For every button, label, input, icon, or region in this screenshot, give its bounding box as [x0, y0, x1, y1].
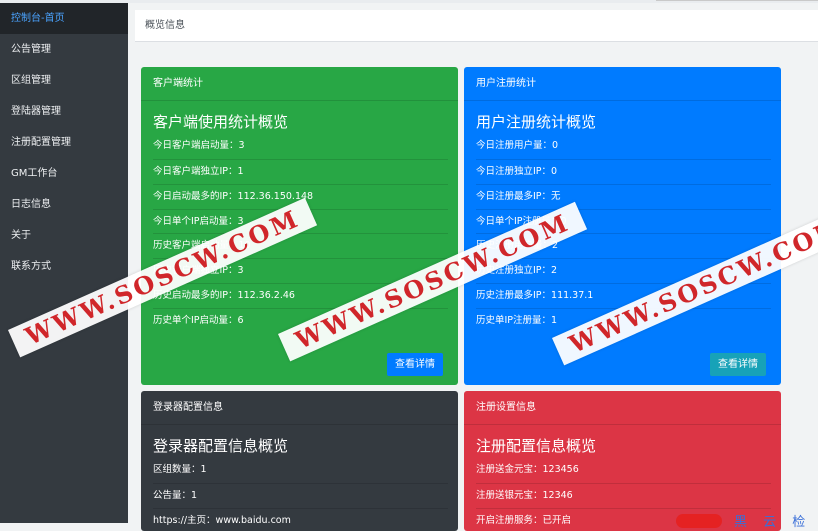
top-right-divider — [656, 0, 818, 1]
register-config-row: 注册送银元宝：12346 — [476, 483, 771, 508]
register-stats-header: 用户注册统计 — [464, 67, 781, 101]
register-stat-row: 今日注册最多IP：无 — [476, 184, 771, 209]
client-stat-row: 今日客户端启动量：3 — [153, 140, 245, 151]
sidebar-item-about[interactable]: 关于 — [0, 220, 128, 251]
breadcrumb-bar: 概览信息 — [135, 10, 818, 42]
register-details-button[interactable]: 查看详情 — [710, 353, 766, 376]
launcher-config-row: 区组数量：1 — [153, 464, 207, 475]
register-config-header: 注册设置信息 — [464, 391, 781, 425]
register-config-row: 开启注册服务：已开启 — [476, 508, 771, 531]
sidebar-item-contact[interactable]: 联系方式 — [0, 251, 128, 282]
corner-logo-text: 黑 云 检 — [734, 515, 812, 530]
sidebar-item-zones[interactable]: 区组管理 — [0, 65, 128, 96]
sidebar-item-launcher[interactable]: 登陆器管理 — [0, 96, 128, 127]
launcher-config-card: 登录器配置信息 登录器配置信息概览 区组数量：1 公告量：1 https://主… — [141, 391, 458, 531]
register-stat-row: 今日注册用户量：0 — [476, 140, 559, 151]
sidebar-item-gm-workbench[interactable]: GM工作台 — [0, 158, 128, 189]
client-stats-header: 客户端统计 — [141, 67, 458, 101]
launcher-config-header: 登录器配置信息 — [141, 391, 458, 425]
sidebar: 控制台-首页 公告管理 区组管理 登陆器管理 注册配置管理 GM工作台 日志信息… — [0, 3, 128, 523]
launcher-config-title: 登录器配置信息概览 — [153, 437, 289, 455]
client-details-button[interactable]: 查看详情 — [387, 353, 443, 376]
sidebar-item-dashboard[interactable]: 控制台-首页 — [0, 3, 128, 34]
register-config-row: 注册送金元宝：123456 — [476, 464, 579, 475]
sidebar-item-register-config[interactable]: 注册配置管理 — [0, 127, 128, 158]
register-config-card: 注册设置信息 注册配置信息概览 注册送金元宝：123456 注册送银元宝：123… — [464, 391, 781, 531]
sidebar-item-announcements[interactable]: 公告管理 — [0, 34, 128, 65]
client-stat-row: 今日客户端独立IP：1 — [153, 159, 448, 184]
sidebar-item-logs[interactable]: 日志信息 — [0, 189, 128, 220]
register-stat-row: 今日注册独立IP：0 — [476, 159, 771, 184]
breadcrumb: 概览信息 — [145, 20, 185, 31]
register-config-title: 注册配置信息概览 — [476, 437, 597, 455]
corner-logo-shape — [676, 514, 722, 528]
launcher-config-row: https://主页：www.baidu.com — [153, 508, 448, 531]
client-stats-title: 客户端使用统计概览 — [153, 113, 289, 131]
launcher-config-row: 公告量：1 — [153, 483, 448, 508]
register-stats-title: 用户注册统计概览 — [476, 113, 597, 131]
